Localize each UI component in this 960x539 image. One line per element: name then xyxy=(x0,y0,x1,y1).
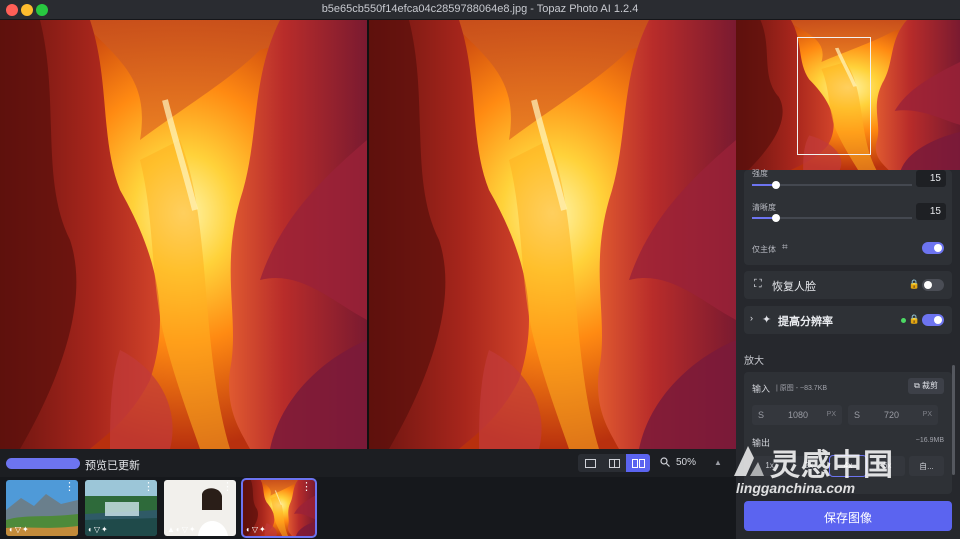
face-recovery-row[interactable]: ⛶ 恢复人脸 🔒 xyxy=(744,271,952,299)
output-size: ~16.9MB xyxy=(915,437,944,444)
width-prefix: S xyxy=(758,410,765,420)
split-view-icon xyxy=(608,458,620,468)
face-recovery-toggle[interactable] xyxy=(922,279,944,291)
window-title: b5e65cb550f14efca04c2859788064e8.jpg - T… xyxy=(321,3,639,15)
height-prefix: S xyxy=(854,410,861,420)
scale-4x-button[interactable]: 4x xyxy=(829,455,867,477)
width-unit: PX xyxy=(826,411,836,418)
chevron-right-icon[interactable]: › xyxy=(750,313,753,323)
zoom-level[interactable]: 50% xyxy=(676,457,696,468)
upscale-label: 提高分辨率 xyxy=(778,316,833,328)
zoom-icon[interactable] xyxy=(660,457,670,470)
single-view-button[interactable] xyxy=(578,454,602,472)
sharpness-value-input[interactable]: 15 xyxy=(916,203,946,220)
thumbnail-canyon[interactable]: ⋮ ◐▽✦ xyxy=(241,478,317,538)
subject-only-label: 仅主体 xyxy=(752,245,776,254)
face-recovery-label: 恢复人脸 xyxy=(772,281,816,293)
view-mode-switch xyxy=(578,454,650,472)
denoise-settings-panel: 强度 15 清晰度 15 仅主体 ⌗ xyxy=(744,169,952,265)
save-image-button[interactable]: 保存图像 xyxy=(744,501,952,531)
preview-status: 预览已更新 xyxy=(85,460,140,472)
face-scan-icon: ⛶ xyxy=(754,278,762,290)
thumbnail-menu-icon[interactable]: ⋮ xyxy=(301,482,312,493)
preview-progress-bar xyxy=(6,458,80,469)
navigator-viewport-box[interactable] xyxy=(797,37,871,155)
scale-6x-button[interactable]: 6x xyxy=(869,456,905,476)
canyon-image-original xyxy=(0,20,367,449)
scale-1x-button[interactable]: 1x xyxy=(752,456,788,476)
thumbnail-waterfall[interactable]: ⋮ ◐▽✦ xyxy=(85,480,157,536)
side-by-side-view-button[interactable] xyxy=(626,454,650,472)
thumbnail-filters-icons: ▲◐▽✦ xyxy=(167,525,197,534)
thumbnail-landscape[interactable]: ⋮ ◐▽✦ xyxy=(6,480,78,536)
sharpness-slider[interactable] xyxy=(752,214,912,222)
strength-slider[interactable] xyxy=(752,181,912,189)
thumbnail-menu-icon[interactable]: ⋮ xyxy=(143,482,154,493)
active-status-dot xyxy=(901,318,906,323)
navigator-preview[interactable] xyxy=(736,20,960,170)
lock-icon: 🔒 xyxy=(908,279,920,289)
sharpness-label: 清晰度 xyxy=(752,203,776,212)
image-viewer[interactable] xyxy=(0,20,736,449)
crop-button[interactable]: ⧉ 裁剪 xyxy=(908,378,944,394)
split-view-button[interactable] xyxy=(602,454,626,472)
original-preview[interactable] xyxy=(0,20,367,449)
upscale-toggle[interactable] xyxy=(922,314,944,326)
enlarge-section-title: 放大 xyxy=(744,356,764,367)
filmstrip: ⋮ ◐▽✦ ⋮ ◐▽✦ ⋮ ▲◐▽✦ ⋮ ◐▽✦ xyxy=(0,477,736,539)
output-label: 输出 xyxy=(752,438,771,448)
thumbnail-menu-icon[interactable]: ⋮ xyxy=(64,482,75,493)
thumbnail-portrait[interactable]: ⋮ ▲◐▽✦ xyxy=(164,480,236,536)
canyon-image-processed xyxy=(369,20,736,449)
sparkle-icon: ✦ xyxy=(762,314,772,326)
strength-label: 强度 xyxy=(752,169,768,178)
sidebar-scrollbar[interactable] xyxy=(952,365,955,475)
side-by-side-icon xyxy=(631,458,645,468)
crop-icon: ⧉ xyxy=(914,381,922,390)
thumbnail-filters-icons: ◐▽✦ xyxy=(9,525,30,534)
processed-preview[interactable] xyxy=(369,20,736,449)
single-view-icon xyxy=(584,458,596,468)
scale-2x-button[interactable]: 2x xyxy=(791,456,827,476)
sharpness-slider-knob[interactable] xyxy=(772,214,780,222)
scale-custom-button[interactable]: 自... xyxy=(908,456,945,476)
width-value: 1080 xyxy=(788,410,809,420)
preview-toolbar: 预览已更新 50% ▲ xyxy=(0,449,736,477)
input-label: 输入 xyxy=(752,384,771,394)
strength-slider-knob[interactable] xyxy=(772,181,780,189)
height-unit: PX xyxy=(922,411,932,418)
height-value: 720 xyxy=(884,410,900,420)
width-input[interactable]: S 1080 PX xyxy=(752,405,842,425)
thumbnail-filters-icons: ◐▽✦ xyxy=(246,525,267,534)
right-sidebar: 强度 15 清晰度 15 仅主体 ⌗ ⛶ 恢复人脸 🔒 › ✦ 提高分辨率 🔒 … xyxy=(736,20,960,539)
lock-icon: 🔒 xyxy=(908,314,920,324)
thumbnail-menu-icon[interactable]: ⋮ xyxy=(222,482,233,493)
zoom-dropdown-icon[interactable]: ▲ xyxy=(714,458,722,467)
input-size: | 原图 - ~83.7KB xyxy=(776,385,828,392)
scale-options: 1x 2x 4x 6x 自... xyxy=(752,455,945,477)
title-bar: b5e65cb550f14efca04c2859788064e8.jpg - T… xyxy=(0,0,960,20)
strength-value-input[interactable]: 15 xyxy=(916,170,946,187)
enlarge-panel: 输入 | 原图 - ~83.7KB ⧉ 裁剪 S 1080 PX S 720 P… xyxy=(744,372,952,494)
height-input[interactable]: S 720 PX xyxy=(848,405,938,425)
crop-label: 裁剪 xyxy=(922,381,938,390)
subject-only-toggle[interactable] xyxy=(922,242,944,254)
subject-detect-icon[interactable]: ⌗ xyxy=(782,242,788,253)
thumbnail-filters-icons: ◐▽✦ xyxy=(88,525,109,534)
upscale-row[interactable]: › ✦ 提高分辨率 🔒 xyxy=(744,306,952,334)
